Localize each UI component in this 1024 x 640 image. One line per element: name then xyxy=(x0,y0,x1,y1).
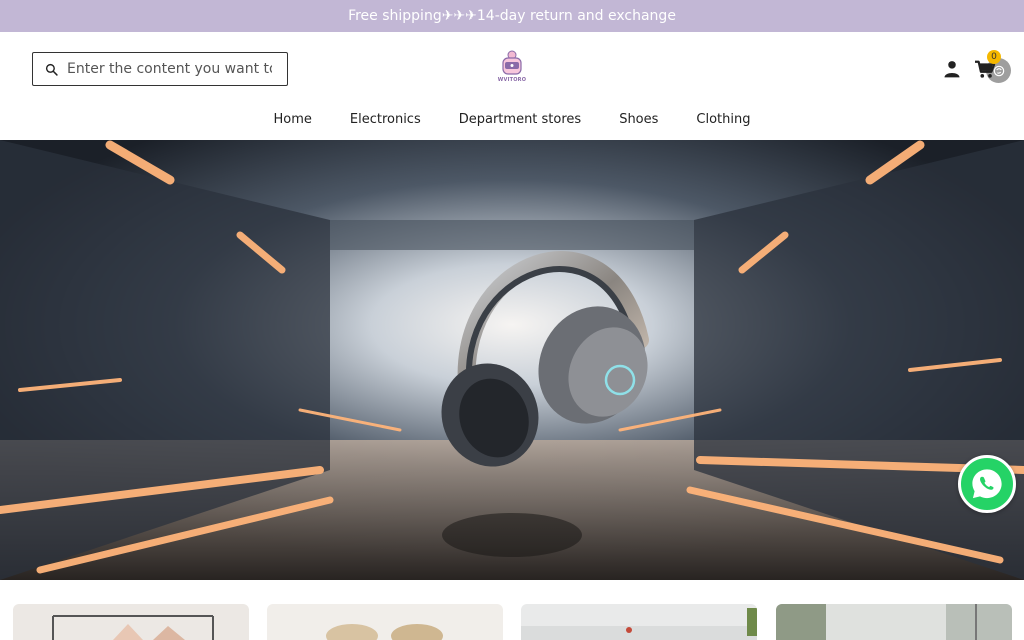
nav-item-clothing[interactable]: Clothing xyxy=(696,112,750,136)
site-header: WVITORO 0 Home Electronics Department st… xyxy=(0,32,1024,140)
card-image xyxy=(521,604,757,640)
nav-item-electronics[interactable]: Electronics xyxy=(350,112,421,136)
hero-image xyxy=(0,140,1024,580)
category-card[interactable] xyxy=(13,604,249,640)
card-image xyxy=(776,604,1012,640)
category-card[interactable] xyxy=(776,604,1012,640)
announcement-bar: Free shipping✈✈✈14-day return and exchan… xyxy=(0,0,1024,32)
nav-item-department-stores[interactable]: Department stores xyxy=(459,112,581,136)
nav-item-shoes[interactable]: Shoes xyxy=(619,112,658,136)
whatsapp-button[interactable] xyxy=(958,455,1016,513)
search-input[interactable] xyxy=(67,61,272,77)
logo-mark xyxy=(502,50,522,75)
nav-item-home[interactable]: Home xyxy=(273,112,311,136)
cart-count-badge: 0 xyxy=(987,50,1001,64)
whatsapp-icon xyxy=(972,469,1002,499)
search-box[interactable] xyxy=(32,52,288,86)
logo-text: WVITORO xyxy=(497,77,527,83)
hero-banner[interactable] xyxy=(0,140,1024,580)
search-icon[interactable] xyxy=(45,63,58,76)
card-image xyxy=(13,604,249,640)
logo[interactable]: WVITORO xyxy=(494,50,530,88)
category-card[interactable] xyxy=(267,604,503,640)
category-cards xyxy=(0,604,1024,640)
user-icon[interactable] xyxy=(942,59,962,79)
category-card[interactable] xyxy=(521,604,757,640)
announcement-text: Free shipping✈✈✈14-day return and exchan… xyxy=(348,8,676,24)
card-image xyxy=(267,604,503,640)
main-nav: Home Electronics Department stores Shoes… xyxy=(0,112,1024,136)
